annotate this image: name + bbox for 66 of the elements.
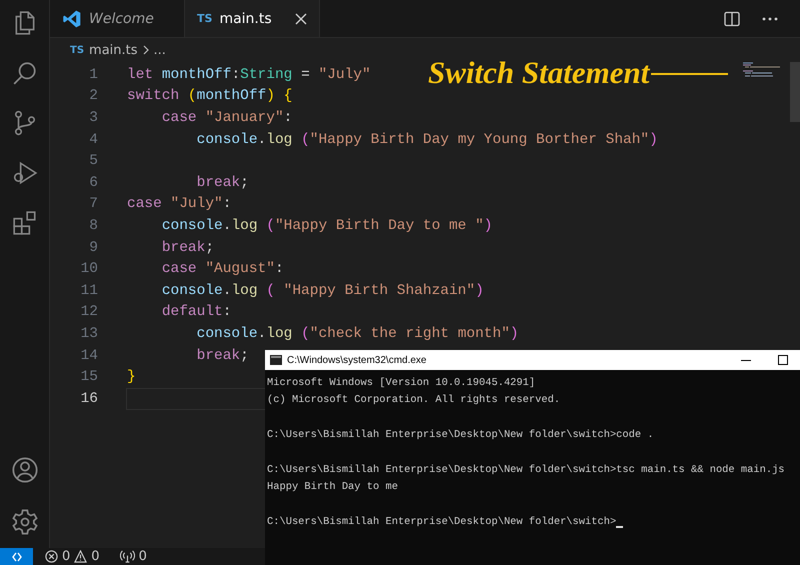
code-line: console.log ("check the right month") [196,326,519,342]
more-actions-icon[interactable] [762,16,778,20]
tab-label: Welcome [89,10,154,26]
chevron-icon [142,45,149,55]
account-icon[interactable] [10,456,38,484]
search-icon[interactable] [12,60,38,86]
line-number: 3 [88,110,99,126]
terminal-line: C:\Users\Bismillah Enterprise\Desktop\New folder\switch>tsc main.ts && node main.js [267,464,785,476]
file-type-label: TS [197,12,212,25]
remote-button[interactable] [0,548,33,565]
line-number: 11 [80,282,99,299]
remote-icon [10,550,22,562]
line-number: 2 [88,88,99,104]
code-line: case "July": [127,196,232,212]
line-number: 16 [80,390,99,407]
terminal-line: Microsoft Windows [Version 10.0.19045.4291] [267,376,536,389]
code-line: case "January": [160,110,292,126]
error-icon[interactable] [45,550,58,563]
code-editor-logo-icon [62,8,82,28]
scrollbar[interactable] [790,62,800,122]
line-number: 15 [80,369,99,386]
line-number: 6 [88,174,99,191]
error-count[interactable]: 0 [62,548,70,565]
ports-count[interactable]: 0 [138,548,147,565]
terminal-line: Happy Birth Day to me [267,481,398,494]
line-number: 8 [88,218,99,234]
breadcrumb-item[interactable]: ... [154,42,166,58]
overlay-title: Switch Statement [428,55,650,91]
code-line: break; [196,348,249,364]
code-line: break; [160,240,214,256]
line-number: 5 [88,153,99,170]
line-number: 12 [80,304,99,320]
terminal-line: (c) Microsoft Corporation. All rights reserved. [267,394,560,406]
window-title: C:\Windows\system32\cmd.exe [287,354,426,366]
code-line: console.log ("Happy Birth Day to me ") [160,218,492,234]
line-number: 7 [88,196,99,212]
code-line: } [127,369,136,386]
close-icon[interactable] [295,12,307,24]
terminal-app-icon [270,355,282,365]
settings-icon[interactable] [10,508,38,536]
breadcrumb-item[interactable]: main.ts [89,42,138,58]
extensions-icon[interactable] [12,210,38,236]
code-line: break; [196,174,249,191]
terminal-line: C:\Users\Bismillah Enterprise\Desktop\New folder\switch> [267,516,616,528]
line-number: 1 [88,66,99,83]
code-line: console.log ( "Happy Birth Shahzain") [160,282,484,299]
code-line: switch (monthOff) { [127,88,292,104]
editor-tab[interactable]: TS main.ts [185,0,320,37]
code-line: case "August": [160,261,284,278]
line-number: 4 [88,132,99,148]
warning-count[interactable]: 0 [91,548,100,565]
maximize-icon[interactable] [778,355,788,365]
split-editor-icon[interactable] [724,10,740,26]
line-number: 10 [80,261,99,278]
tab-label: main.ts [219,10,272,26]
broadcast-icon[interactable] [120,550,135,563]
warning-icon[interactable] [74,550,88,563]
code-line: let monthOff:String = "July" [127,66,371,83]
line-number: 14 [80,348,99,364]
line-number: 13 [80,326,99,342]
code-line: console.log ("Happy Birth Day my Young Borther Shah") [196,132,658,148]
file-type-label: TS [70,44,84,56]
run-debug-icon[interactable] [12,160,38,186]
line-number: 9 [88,240,99,256]
terminal-line: C:\Users\Bismillah Enterprise\Desktop\New folder\switch>code . [267,428,654,441]
code-line: default: [160,304,232,320]
